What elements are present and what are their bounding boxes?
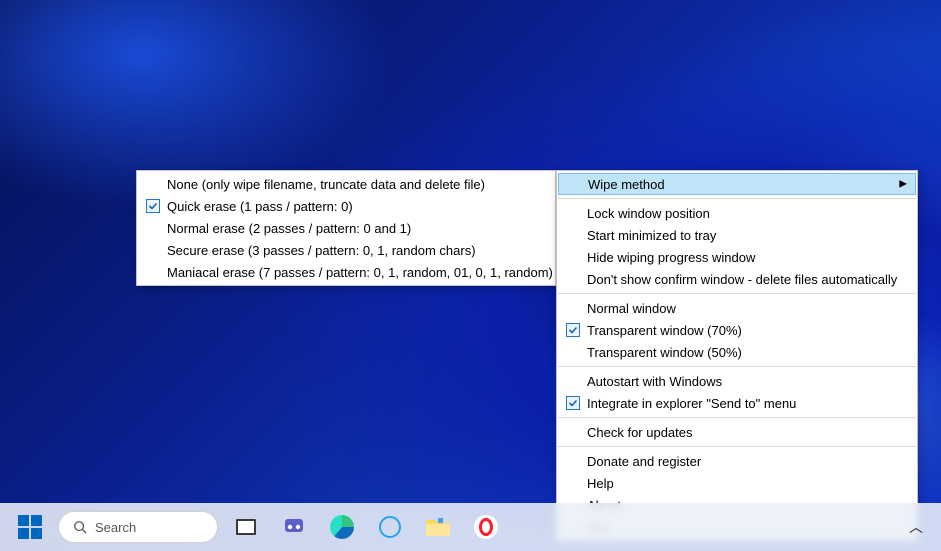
menu-item-label: Normal window bbox=[587, 301, 676, 316]
check-slot bbox=[563, 424, 583, 440]
menu-item-wipe-quick[interactable]: Quick erase (1 pass / pattern: 0) bbox=[137, 195, 555, 217]
menu-item-label: Lock window position bbox=[587, 206, 710, 221]
check-slot bbox=[563, 373, 583, 389]
menu-separator bbox=[558, 446, 916, 447]
menu-separator bbox=[558, 366, 916, 367]
check-slot bbox=[563, 322, 583, 338]
submenu-arrow-icon: ▶ bbox=[899, 179, 907, 190]
taskbar-taskview[interactable] bbox=[226, 507, 266, 547]
taskbar-tray[interactable]: ︿ bbox=[909, 517, 931, 537]
taskbar-search[interactable]: Search bbox=[58, 511, 218, 543]
check-slot bbox=[564, 176, 584, 192]
menu-item-donate[interactable]: Donate and register bbox=[557, 450, 917, 472]
menu-item-label: Wipe method bbox=[588, 177, 665, 192]
menu-item-autostart[interactable]: Autostart with Windows bbox=[557, 370, 917, 392]
menu-item-normal-window[interactable]: Normal window bbox=[557, 297, 917, 319]
chat-icon bbox=[282, 515, 306, 539]
tray-context-menu: Wipe method ▶ Lock window position Start… bbox=[556, 170, 918, 541]
taskview-icon bbox=[235, 518, 257, 536]
menu-item-label: Secure erase (3 passes / pattern: 0, 1, … bbox=[167, 243, 476, 258]
menu-item-sendto[interactable]: Integrate in explorer "Send to" menu bbox=[557, 392, 917, 414]
taskbar-opera[interactable] bbox=[466, 507, 506, 547]
menu-item-no-confirm[interactable]: Don't show confirm window - delete files… bbox=[557, 268, 917, 290]
check-slot bbox=[563, 475, 583, 491]
menu-item-wipe-maniacal[interactable]: Maniacal erase (7 passes / pattern: 0, 1… bbox=[137, 261, 555, 283]
checkmark-icon bbox=[146, 199, 160, 213]
menu-item-wipe-method[interactable]: Wipe method ▶ bbox=[558, 173, 916, 195]
taskbar-explorer[interactable] bbox=[418, 507, 458, 547]
menu-item-check-updates[interactable]: Check for updates bbox=[557, 421, 917, 443]
menu-item-label: Transparent window (50%) bbox=[587, 345, 742, 360]
menu-item-label: Integrate in explorer "Send to" menu bbox=[587, 396, 796, 411]
menu-item-label: Donate and register bbox=[587, 454, 701, 469]
menu-item-label: Normal erase (2 passes / pattern: 0 and … bbox=[167, 221, 411, 236]
menu-item-label: Transparent window (70%) bbox=[587, 323, 742, 338]
menu-item-lock-window[interactable]: Lock window position bbox=[557, 202, 917, 224]
check-slot bbox=[563, 249, 583, 265]
check-slot bbox=[143, 198, 163, 214]
wipe-method-submenu: None (only wipe filename, truncate data … bbox=[136, 170, 556, 286]
check-slot bbox=[563, 271, 583, 287]
menu-item-help[interactable]: Help bbox=[557, 472, 917, 494]
tray-chevron-icon[interactable]: ︿ bbox=[909, 517, 923, 537]
menu-item-label: Check for updates bbox=[587, 425, 693, 440]
opera-icon bbox=[474, 515, 498, 539]
menu-item-label: Help bbox=[587, 476, 614, 491]
check-slot bbox=[563, 205, 583, 221]
menu-item-label: Maniacal erase (7 passes / pattern: 0, 1… bbox=[167, 265, 553, 280]
check-slot bbox=[563, 453, 583, 469]
menu-item-wipe-none[interactable]: None (only wipe filename, truncate data … bbox=[137, 173, 555, 195]
start-button[interactable] bbox=[10, 507, 50, 547]
menu-separator bbox=[558, 417, 916, 418]
edge-icon bbox=[330, 515, 354, 539]
menu-item-start-minimized[interactable]: Start minimized to tray bbox=[557, 224, 917, 246]
check-slot bbox=[563, 300, 583, 316]
menu-item-transparent-70[interactable]: Transparent window (70%) bbox=[557, 319, 917, 341]
search-icon bbox=[73, 520, 87, 534]
menu-item-hide-progress[interactable]: Hide wiping progress window bbox=[557, 246, 917, 268]
windows-logo-icon bbox=[18, 515, 42, 539]
menu-item-label: None (only wipe filename, truncate data … bbox=[167, 177, 485, 192]
menu-item-label: Hide wiping progress window bbox=[587, 250, 755, 265]
menu-item-label: Start minimized to tray bbox=[587, 228, 716, 243]
menu-item-transparent-50[interactable]: Transparent window (50%) bbox=[557, 341, 917, 363]
check-slot bbox=[143, 176, 163, 192]
cortana-icon bbox=[379, 516, 401, 538]
menu-item-wipe-secure[interactable]: Secure erase (3 passes / pattern: 0, 1, … bbox=[137, 239, 555, 261]
menu-separator bbox=[558, 198, 916, 199]
check-slot bbox=[143, 220, 163, 236]
check-slot bbox=[143, 242, 163, 258]
menu-item-label: Quick erase (1 pass / pattern: 0) bbox=[167, 199, 353, 214]
menu-item-wipe-normal[interactable]: Normal erase (2 passes / pattern: 0 and … bbox=[137, 217, 555, 239]
check-slot bbox=[143, 264, 163, 280]
checkmark-icon bbox=[566, 323, 580, 337]
folder-icon bbox=[425, 516, 451, 538]
checkmark-icon bbox=[566, 396, 580, 410]
check-slot bbox=[563, 227, 583, 243]
taskbar-edge[interactable] bbox=[322, 507, 362, 547]
menu-item-label: Autostart with Windows bbox=[587, 374, 722, 389]
taskbar: Search bbox=[0, 503, 941, 551]
check-slot bbox=[563, 344, 583, 360]
menu-item-label: Don't show confirm window - delete files… bbox=[587, 272, 897, 287]
menu-separator bbox=[558, 293, 916, 294]
taskbar-cortana[interactable] bbox=[370, 507, 410, 547]
search-placeholder: Search bbox=[95, 520, 136, 535]
taskbar-chat[interactable] bbox=[274, 507, 314, 547]
check-slot bbox=[563, 395, 583, 411]
